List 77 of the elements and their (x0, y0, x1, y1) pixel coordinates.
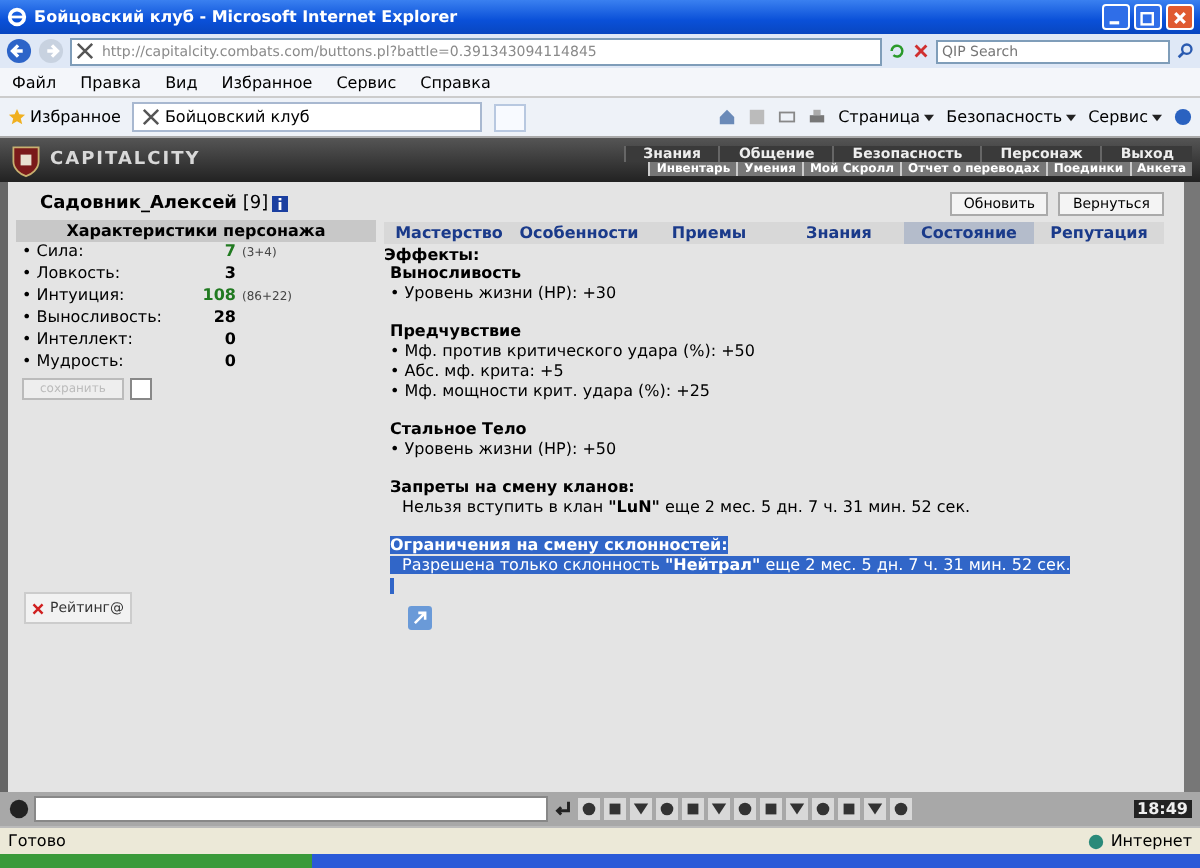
info-icon[interactable] (272, 196, 289, 212)
refresh-icon[interactable] (888, 42, 906, 60)
tab[interactable]: Знания (774, 222, 904, 244)
menu-item[interactable]: Вид (165, 73, 198, 91)
stat-name: • Интеллект: (20, 330, 135, 348)
menu-item[interactable]: Правка (80, 73, 142, 91)
game-logo: CAPITALCITY (50, 150, 201, 170)
menu-item[interactable]: Избранное (221, 73, 313, 91)
security-zone: Интернет (1110, 832, 1192, 850)
browser-logo-icon (6, 6, 28, 28)
effect-line: • Уровень жизни (HP): +30 (390, 284, 619, 304)
effect-title: Стальное Тело (390, 420, 529, 440)
maximize-button[interactable] (1134, 4, 1162, 30)
effect-line: • Мф. мощности крит. удара (%): +25 (390, 382, 712, 402)
checkbox[interactable] (129, 378, 152, 400)
stat-value: 3 (222, 264, 236, 282)
enter-icon[interactable] (552, 798, 574, 820)
star-icon (8, 108, 26, 126)
command-menu[interactable]: Сервис (1088, 108, 1162, 126)
tab[interactable]: Особенности (514, 222, 644, 244)
caret-icon (1066, 113, 1077, 121)
stat-value: 108 (200, 286, 236, 304)
stat-value: 0 (222, 330, 236, 348)
stat-name: • Мудрость: (20, 352, 126, 370)
command-menu[interactable]: Страница (838, 108, 935, 126)
tab[interactable]: Приемы (644, 222, 774, 244)
notice-text: Разрешена только склонность "Нейтрал" еще 2 мес. 5 дн. 7 ч. 31 мин. 52 сек. (390, 556, 1071, 574)
cross-icon (32, 601, 45, 615)
tab[interactable]: Репутация (1034, 222, 1164, 244)
search-icon[interactable] (1176, 42, 1194, 60)
menu-item[interactable]: Справка (420, 73, 491, 91)
window-title: Бойцовский клуб - Microsoft Internet Explorer (34, 8, 458, 26)
notice-title: Ограничения на смену склонностей: (390, 536, 728, 554)
crossed-swords-icon (76, 42, 94, 60)
close-button[interactable] (1166, 4, 1194, 30)
command-menu[interactable]: Безопасность (946, 108, 1077, 126)
effect-line: • Абс. мф. крита: +5 (390, 362, 566, 382)
favorites-button[interactable]: Избранное (8, 108, 121, 126)
notice-text: Нельзя вступить в клан "LuN" еще 2 мес. 5 дн. 7 ч. 31 мин. 52 сек. (400, 498, 971, 516)
chat-input[interactable] (34, 796, 548, 822)
globe-icon (1088, 833, 1105, 849)
effect-title: Выносливость (390, 264, 524, 284)
effects-title: Эффекты: (384, 246, 482, 264)
notice-title: Запреты на смену кланов: (390, 478, 635, 496)
stat-name: • Интуиция: (20, 286, 127, 304)
stat-name: • Выносливость: (20, 308, 164, 326)
status-text: Готово (8, 832, 66, 850)
caret-icon (1152, 113, 1162, 121)
menu-item[interactable]: Сервис (336, 73, 397, 91)
stop-icon[interactable] (912, 42, 930, 60)
emblem-icon (8, 142, 44, 178)
effect-line: • Уровень жизни (HP): +50 (390, 440, 619, 460)
stat-value: 7 (222, 242, 236, 260)
crossed-swords-icon (142, 108, 161, 126)
character-name: Садовник_Алексей [9] (38, 194, 269, 214)
menu-item[interactable]: Файл (12, 73, 57, 91)
stat-name: • Сила: (20, 242, 86, 260)
caret-icon (924, 113, 935, 121)
browser-tab[interactable]: Бойцовский клуб (132, 102, 483, 132)
text-cursor (390, 578, 394, 594)
clock: 18:49 (1133, 800, 1192, 818)
tab[interactable]: Состояние (904, 222, 1034, 244)
expand-icon[interactable] (408, 606, 432, 630)
home-icon[interactable] (718, 108, 737, 126)
effect-line: • Мф. против критического удара (%): +50 (390, 342, 757, 362)
stat-value: 28 (211, 308, 236, 326)
close-icon (1172, 9, 1188, 25)
minimize-button[interactable] (1102, 4, 1130, 30)
back-icon[interactable] (6, 38, 32, 64)
effect-title: Предчувствие (390, 322, 524, 342)
tab[interactable]: Мастерство (384, 222, 514, 244)
stat-name: • Ловкость: (20, 264, 123, 282)
mail-icon[interactable] (778, 108, 797, 126)
printer-icon[interactable] (808, 108, 827, 126)
stat-value: 0 (222, 352, 236, 370)
maximize-icon (1140, 9, 1156, 25)
stats-header: Характеристики персонажа (16, 220, 376, 242)
